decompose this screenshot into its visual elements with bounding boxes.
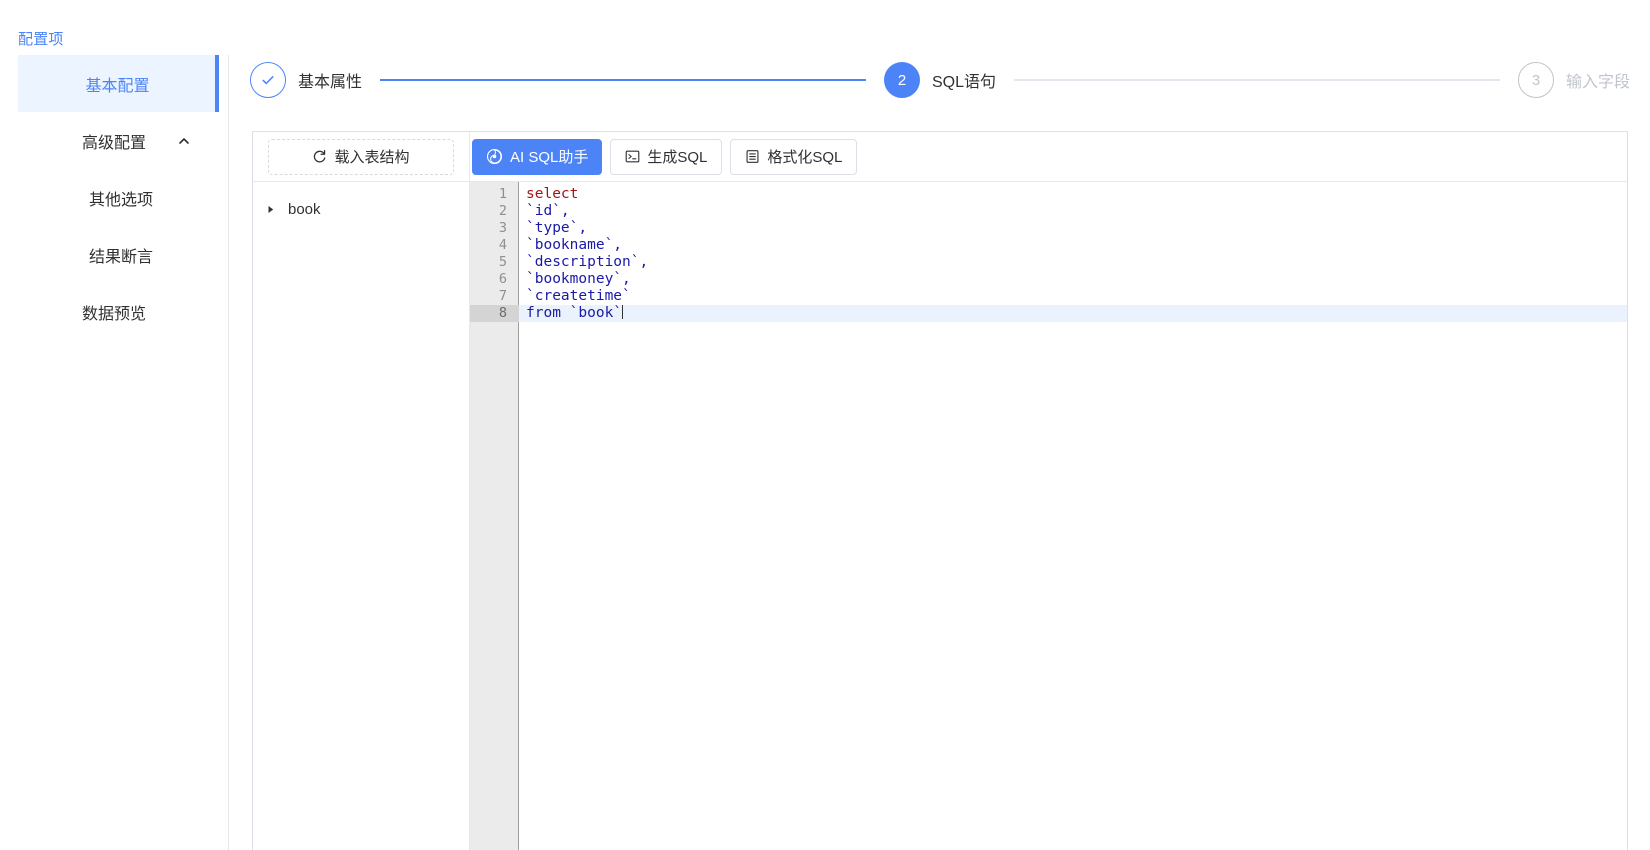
line-number: 2 bbox=[498, 203, 507, 219]
chevron-up-icon bbox=[178, 135, 190, 147]
sidebar-item-label: 数据预览 bbox=[81, 305, 146, 323]
code-line[interactable]: 7 `createtime` bbox=[470, 288, 1627, 305]
line-number: 7 bbox=[498, 288, 507, 304]
line-number: 6 bbox=[498, 271, 507, 287]
sql-editor-card: 载入表结构 AI SQL助手 生成SQL 格式化SQL book 1 selec… bbox=[252, 131, 1628, 850]
sidebar-item-label: 高级配置 bbox=[81, 134, 146, 152]
sidebar-item-result-assertion[interactable]: 结果断言 bbox=[0, 226, 228, 283]
code-text: select bbox=[526, 186, 579, 202]
code-text: from `book` bbox=[526, 305, 623, 321]
console-icon bbox=[625, 149, 640, 164]
sql-code-editor[interactable]: 1 select 2 `id`, 3 `type`, 4 `bookname`, bbox=[470, 182, 1627, 850]
table-tree-panel: book bbox=[253, 182, 470, 850]
ai-sql-assistant-label: AI SQL助手 bbox=[510, 149, 589, 166]
line-number: 1 bbox=[498, 186, 507, 202]
code-line[interactable]: 4 `bookname`, bbox=[470, 237, 1627, 254]
step-label: 基本属性 bbox=[298, 74, 363, 91]
code-text: `bookmoney`, bbox=[526, 271, 631, 287]
load-table-schema-label: 载入表结构 bbox=[334, 149, 410, 166]
line-number: 4 bbox=[498, 237, 507, 253]
refresh-icon bbox=[312, 149, 327, 164]
step-label: 输入字段 bbox=[1565, 74, 1630, 91]
list-document-icon bbox=[745, 149, 760, 164]
code-text: `description`, bbox=[526, 254, 649, 270]
sidebar-item-other-options[interactable]: 其他选项 bbox=[0, 169, 228, 226]
sidebar: 基本配置 高级配置 其他选项 结果断言 数据预览 bbox=[0, 55, 229, 850]
code-line[interactable]: 3 `type`, bbox=[470, 220, 1627, 237]
code-line[interactable]: 5 `description`, bbox=[470, 254, 1627, 271]
line-number: 3 bbox=[498, 220, 507, 236]
sidebar-item-label: 结果断言 bbox=[88, 248, 153, 266]
card-body: book 1 select 2 `id`, 3 `type`, 4 `bookn… bbox=[253, 182, 1627, 850]
line-number: 8 bbox=[470, 305, 519, 322]
step-number-badge: 3 bbox=[1517, 62, 1554, 98]
code-line[interactable]: 1 select bbox=[470, 186, 1627, 203]
check-icon bbox=[250, 62, 286, 98]
code-line[interactable]: 2 `id`, bbox=[470, 203, 1627, 220]
generate-sql-label: 生成SQL bbox=[647, 149, 708, 166]
toolbar: 载入表结构 AI SQL助手 生成SQL 格式化SQL bbox=[253, 131, 1627, 182]
step-number-badge: 2 bbox=[883, 62, 920, 98]
step-sql-statement[interactable]: 2 SQL语句 bbox=[883, 62, 997, 98]
toolbar-left-section: 载入表结构 bbox=[253, 131, 470, 182]
app-root: 配置项 基本配置 高级配置 其他选项 结果断言 数据预览 基本属性 2 SQL语… bbox=[0, 0, 1650, 850]
load-table-schema-button[interactable]: 载入表结构 bbox=[268, 138, 454, 175]
sidebar-item-data-preview[interactable]: 数据预览 bbox=[0, 283, 228, 340]
step-basic-attributes[interactable]: 基本属性 bbox=[250, 62, 362, 98]
toolbar-right-section: AI SQL助手 生成SQL 格式化SQL bbox=[470, 132, 1627, 182]
generate-sql-button[interactable]: 生成SQL bbox=[610, 138, 723, 175]
caret-right-icon[interactable] bbox=[264, 202, 278, 216]
format-sql-label: 格式化SQL bbox=[767, 149, 843, 166]
code-text: `createtime` bbox=[526, 288, 631, 304]
text-cursor bbox=[622, 305, 624, 319]
step-connector-2-3 bbox=[1014, 79, 1500, 81]
step-connector-1-2 bbox=[380, 79, 866, 81]
step-input-fields[interactable]: 3 输入字段 bbox=[1517, 62, 1630, 98]
code-line[interactable]: 6 `bookmoney`, bbox=[470, 271, 1627, 288]
line-number: 5 bbox=[498, 254, 507, 270]
ai-sql-assistant-button[interactable]: AI SQL助手 bbox=[472, 138, 603, 175]
sidebar-item-label: 基本配置 bbox=[85, 77, 150, 95]
code-line-active[interactable]: 8 from `book` bbox=[470, 305, 1627, 322]
sidebar-item-basic-config[interactable]: 基本配置 bbox=[18, 55, 219, 112]
ai-swirl-icon bbox=[486, 148, 503, 165]
wizard-stepper: 基本属性 2 SQL语句 3 输入字段 bbox=[250, 45, 1630, 115]
code-text: `type`, bbox=[526, 220, 588, 236]
format-sql-button[interactable]: 格式化SQL bbox=[730, 138, 858, 175]
code-text: `id`, bbox=[526, 203, 570, 219]
tree-node-book[interactable]: book bbox=[253, 194, 469, 224]
breadcrumb-config-item[interactable]: 配置项 bbox=[18, 28, 64, 49]
tree-node-label: book bbox=[288, 200, 321, 218]
step-label: SQL语句 bbox=[931, 74, 997, 91]
code-text: `bookname`, bbox=[526, 237, 623, 253]
editor-gutter-footer bbox=[470, 811, 519, 850]
code-lines: 1 select 2 `id`, 3 `type`, 4 `bookname`, bbox=[470, 186, 1627, 322]
sidebar-item-label: 其他选项 bbox=[88, 191, 153, 209]
sidebar-item-advanced-config[interactable]: 高级配置 bbox=[0, 112, 228, 169]
